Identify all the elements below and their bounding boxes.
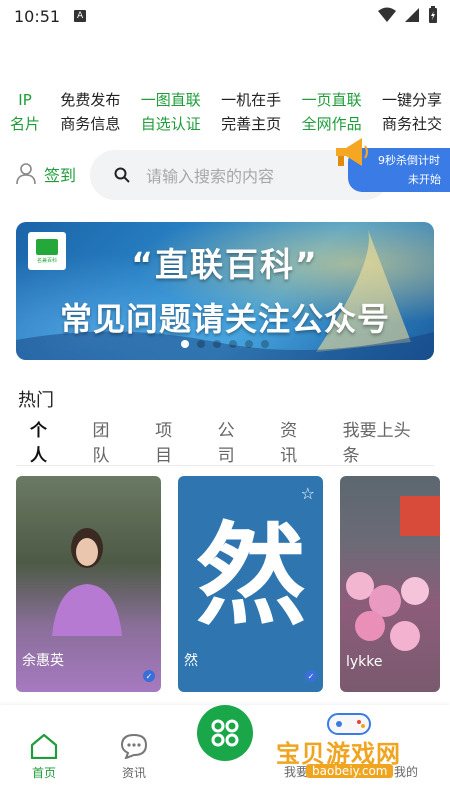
feature-line2: 名片 xyxy=(10,115,41,133)
nav-news[interactable]: 资讯 xyxy=(104,733,164,781)
category-tabs: 个人 团队 项目 公司 资讯 我要上头条 xyxy=(16,416,434,482)
profile-glyph-image: 然 xyxy=(196,511,306,640)
promo-banner[interactable]: 名兼百科 “直联百科” 常见问题请关注公众号 xyxy=(16,222,434,360)
battery-icon xyxy=(429,6,437,23)
search-icon xyxy=(114,167,130,183)
pagination-dot[interactable] xyxy=(229,340,237,348)
search-placeholder: 请输入搜索的内容 xyxy=(146,167,275,186)
feature-line1: IP xyxy=(18,91,32,109)
grid-icon xyxy=(211,719,239,747)
verified-icon: ✓ xyxy=(305,670,317,682)
tab-team[interactable]: 团队 xyxy=(93,416,122,466)
pagination-dot[interactable] xyxy=(245,340,253,348)
feature-line2: 商务社交 xyxy=(381,115,442,133)
center-action-button[interactable] xyxy=(197,705,253,761)
watermark-url: baobeiy.com xyxy=(306,764,394,778)
feature-line1: 免费发布 xyxy=(60,91,121,109)
notification-a-icon: A xyxy=(74,10,87,22)
tab-news[interactable]: 资讯 xyxy=(280,416,309,466)
wifi-icon xyxy=(378,7,396,22)
sign-in-label: 签到 xyxy=(44,166,77,185)
star-icon[interactable]: ☆ xyxy=(301,484,315,503)
nav-news-label: 资讯 xyxy=(121,766,146,780)
profile-name: 余惠英 xyxy=(22,653,64,669)
megaphone-icon xyxy=(336,138,368,166)
feature-line1: 一键分享 xyxy=(381,91,442,109)
profile-name: lykke xyxy=(346,654,383,670)
feature-line2: 商务信息 xyxy=(60,115,121,133)
tab-project[interactable]: 项目 xyxy=(155,416,184,466)
banner-subtitle: 常见问题请关注公众号 xyxy=(59,300,390,338)
user-icon xyxy=(16,163,36,185)
countdown-status: 未开始 xyxy=(408,173,441,186)
nav-home[interactable]: 首页 xyxy=(14,733,74,781)
countdown-title: 9秒杀倒计时 xyxy=(378,154,440,167)
profile-name: 然 xyxy=(184,653,198,669)
feature-one-page[interactable]: 一页直联 全网作品 xyxy=(302,88,362,136)
feature-ip-card[interactable]: IP 名片 xyxy=(10,88,40,136)
profile-card[interactable]: 余惠英 ✓ xyxy=(16,476,161,692)
status-bar: 10:51 A xyxy=(0,0,450,32)
pagination-dot[interactable] xyxy=(261,340,269,348)
profile-photo xyxy=(52,528,122,636)
feature-line2: 全网作品 xyxy=(301,115,362,133)
watermark: 宝贝游戏网 baobeiy.com xyxy=(276,708,446,783)
profile-card[interactable]: 然 ☆ 然 ✓ xyxy=(178,476,323,692)
tab-individual[interactable]: 个人 xyxy=(30,416,59,482)
status-time: 10:51 xyxy=(14,6,61,26)
profile-card[interactable]: lykke xyxy=(340,476,440,692)
feature-one-share[interactable]: 一键分享 商务社交 xyxy=(382,88,442,136)
feature-line1: 一机在手 xyxy=(221,91,282,109)
feature-grid: IP 名片 免费发布 商务信息 一图直联 自选认证 一机在手 完善主页 一页直联… xyxy=(0,88,450,136)
signal-icon xyxy=(405,8,419,22)
flash-sale-countdown[interactable]: 9秒杀倒计时 未开始 xyxy=(336,138,450,192)
feature-line2: 完善主页 xyxy=(221,115,282,133)
home-icon xyxy=(30,733,58,760)
pagination-dot[interactable] xyxy=(197,340,205,348)
feature-line2: 自选认证 xyxy=(140,115,201,133)
sign-in-button[interactable]: 签到 xyxy=(16,162,76,186)
feature-line1: 一图直联 xyxy=(140,91,201,109)
gamepad-icon xyxy=(327,713,371,735)
pagination-dot[interactable] xyxy=(213,340,221,348)
profile-cards: 余惠英 ✓ 然 ☆ 然 ✓ lykke xyxy=(16,476,440,692)
banner-title: “直联百科” xyxy=(131,245,319,284)
search-row: 签到 请输入搜索的内容 9秒杀倒计时 未开始 xyxy=(0,138,450,200)
status-icons xyxy=(378,6,438,24)
tab-headline[interactable]: 我要上头条 xyxy=(343,416,414,466)
section-title-hot: 热门 xyxy=(18,390,54,411)
feature-line1: 一页直联 xyxy=(301,91,362,109)
nav-home-label: 首页 xyxy=(31,766,56,780)
pagination-dot[interactable] xyxy=(181,340,189,348)
verified-icon: ✓ xyxy=(143,670,155,682)
feature-one-image[interactable]: 一图直联 自选认证 xyxy=(141,88,201,136)
feature-free-publish[interactable]: 免费发布 商务信息 xyxy=(60,88,120,136)
chat-icon xyxy=(120,733,148,760)
tab-company[interactable]: 公司 xyxy=(218,416,247,466)
feature-one-phone[interactable]: 一机在手 完善主页 xyxy=(221,88,281,136)
banner-pagination xyxy=(16,340,434,348)
